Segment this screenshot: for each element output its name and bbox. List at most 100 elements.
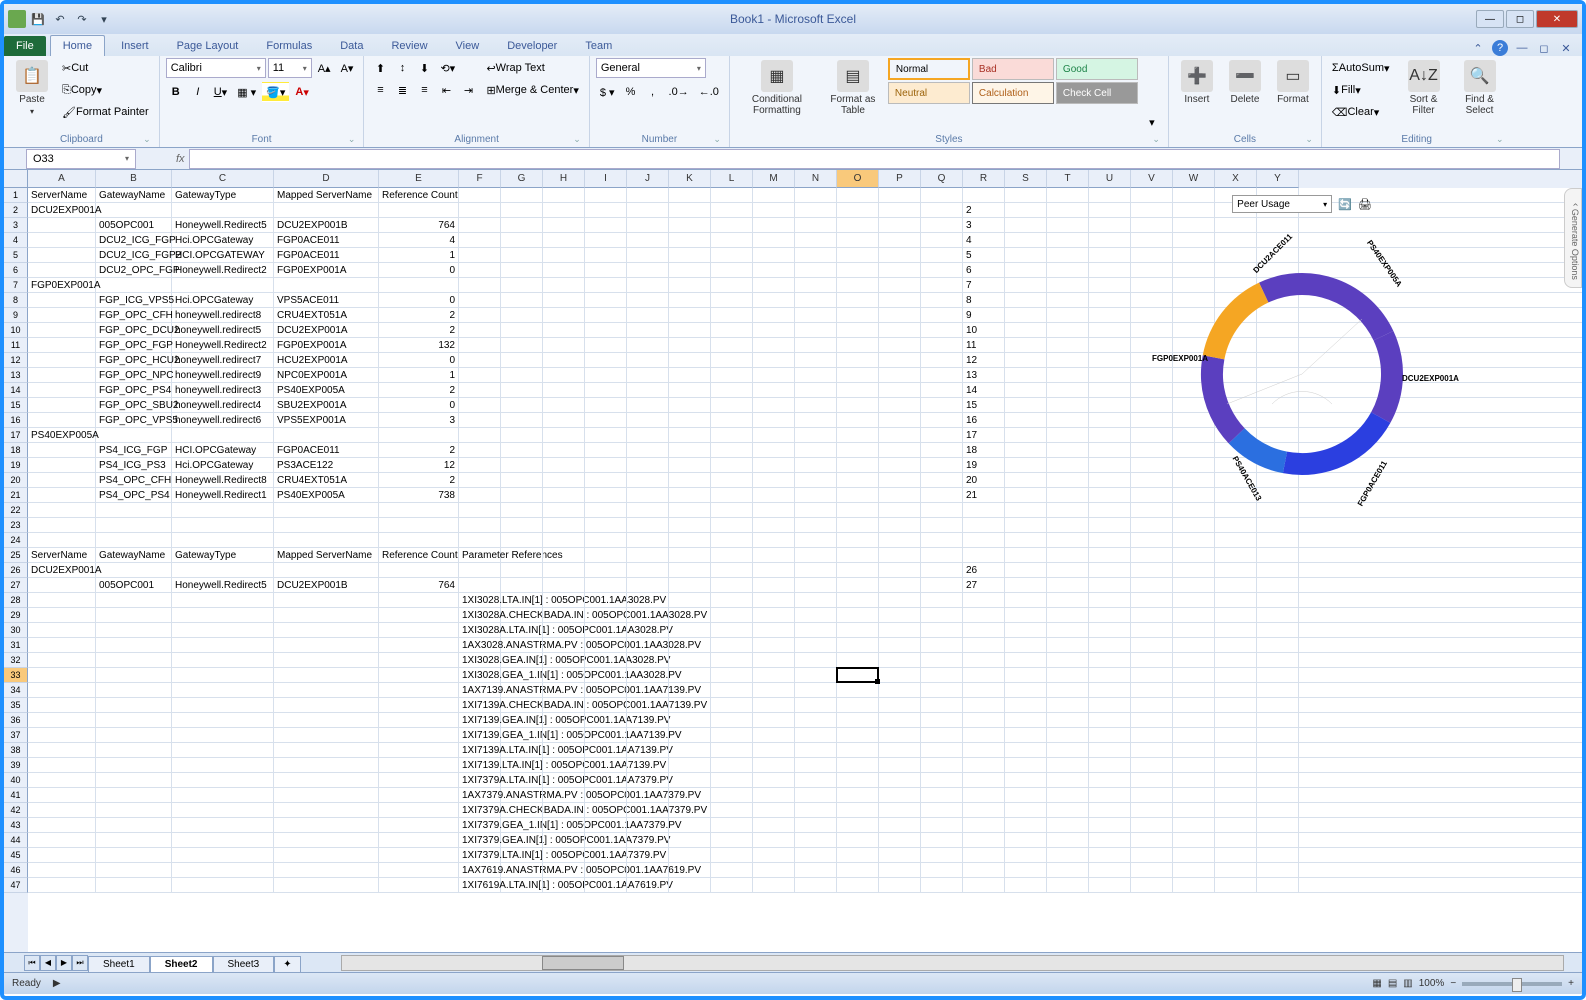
cell[interactable] xyxy=(96,758,172,772)
cell[interactable] xyxy=(96,503,172,517)
cell[interactable] xyxy=(669,428,711,442)
cell[interactable] xyxy=(172,203,274,217)
row-header[interactable]: 20 xyxy=(4,473,28,488)
cell[interactable] xyxy=(879,833,921,847)
cell[interactable]: VPS5EXP001A xyxy=(274,413,379,427)
cell[interactable] xyxy=(627,758,669,772)
cell[interactable] xyxy=(921,263,963,277)
cell[interactable] xyxy=(753,233,795,247)
cell[interactable] xyxy=(921,248,963,262)
cell[interactable] xyxy=(627,818,669,832)
cell[interactable] xyxy=(963,878,1005,892)
cell[interactable] xyxy=(501,833,543,847)
cell[interactable] xyxy=(837,728,879,742)
cell[interactable] xyxy=(543,203,585,217)
cell[interactable] xyxy=(627,728,669,742)
cells-area[interactable]: ‹ Generate Options Peer Usage 🔄 🖨 xyxy=(28,188,1582,952)
cell[interactable] xyxy=(669,758,711,772)
cell[interactable] xyxy=(543,728,585,742)
cell[interactable]: 17 xyxy=(963,428,1005,442)
cell[interactable] xyxy=(627,773,669,787)
cell[interactable] xyxy=(379,713,459,727)
cell[interactable] xyxy=(711,233,753,247)
cell[interactable] xyxy=(753,698,795,712)
cell[interactable] xyxy=(627,548,669,562)
cell[interactable] xyxy=(837,863,879,877)
cell[interactable]: PS40EXP005A xyxy=(274,383,379,397)
cell[interactable] xyxy=(837,503,879,517)
cell[interactable] xyxy=(753,713,795,727)
cell[interactable] xyxy=(963,758,1005,772)
cell[interactable] xyxy=(543,713,585,727)
cell[interactable] xyxy=(1131,608,1173,622)
cell[interactable] xyxy=(711,848,753,862)
cell[interactable] xyxy=(1089,533,1131,547)
cell[interactable] xyxy=(1047,788,1089,802)
cell[interactable] xyxy=(795,623,837,637)
row-header[interactable]: 14 xyxy=(4,383,28,398)
cell[interactable] xyxy=(711,593,753,607)
column-header-D[interactable]: D xyxy=(274,170,379,188)
cell[interactable] xyxy=(753,278,795,292)
cell[interactable] xyxy=(795,473,837,487)
cell[interactable] xyxy=(1005,263,1047,277)
cell[interactable] xyxy=(1131,653,1173,667)
cell[interactable] xyxy=(795,368,837,382)
cell[interactable] xyxy=(543,863,585,877)
cell[interactable] xyxy=(753,788,795,802)
cell[interactable] xyxy=(669,848,711,862)
cell[interactable] xyxy=(585,638,627,652)
insert-tab[interactable]: Insert xyxy=(109,36,161,56)
row-header[interactable]: 7 xyxy=(4,278,28,293)
column-header-L[interactable]: L xyxy=(711,170,753,188)
cell[interactable] xyxy=(837,263,879,277)
cell[interactable] xyxy=(1005,758,1047,772)
cell[interactable] xyxy=(459,338,501,352)
cell[interactable] xyxy=(585,368,627,382)
style-neutral[interactable]: Neutral xyxy=(888,82,970,104)
cell[interactable] xyxy=(1173,788,1215,802)
column-header-P[interactable]: P xyxy=(879,170,921,188)
cell[interactable]: 2 xyxy=(379,443,459,457)
cell[interactable] xyxy=(459,233,501,247)
cell[interactable] xyxy=(963,548,1005,562)
cell[interactable] xyxy=(627,458,669,472)
cell[interactable] xyxy=(921,788,963,802)
cell[interactable] xyxy=(1005,293,1047,307)
cell[interactable] xyxy=(172,593,274,607)
cell[interactable] xyxy=(711,863,753,877)
cell[interactable] xyxy=(1005,698,1047,712)
cell[interactable] xyxy=(837,293,879,307)
cell[interactable] xyxy=(1173,713,1215,727)
cell[interactable] xyxy=(1215,578,1257,592)
cell[interactable] xyxy=(585,263,627,277)
cell[interactable] xyxy=(921,563,963,577)
cell[interactable] xyxy=(1047,803,1089,817)
cell[interactable]: 1XI7139.GEA.IN[1] : 005OPC001.1AA7139.PV xyxy=(459,713,501,727)
cell[interactable] xyxy=(1215,713,1257,727)
cell[interactable] xyxy=(1131,668,1173,682)
cell[interactable] xyxy=(711,713,753,727)
cell[interactable] xyxy=(459,368,501,382)
cell[interactable] xyxy=(585,338,627,352)
cell[interactable] xyxy=(921,863,963,877)
cell[interactable] xyxy=(921,578,963,592)
cell[interactable] xyxy=(543,353,585,367)
cell[interactable]: 27 xyxy=(963,578,1005,592)
cut-button[interactable]: ✂ Cut xyxy=(58,58,92,78)
column-header-N[interactable]: N xyxy=(795,170,837,188)
cell[interactable] xyxy=(28,353,96,367)
cell[interactable] xyxy=(501,713,543,727)
cell[interactable] xyxy=(28,743,96,757)
cell[interactable]: CRU4EXT051A xyxy=(274,308,379,322)
cell[interactable]: honeywell.redirect7 xyxy=(172,353,274,367)
cell[interactable] xyxy=(172,713,274,727)
cell[interactable] xyxy=(172,683,274,697)
cell[interactable] xyxy=(28,758,96,772)
column-header-G[interactable]: G xyxy=(501,170,543,188)
cell[interactable] xyxy=(1173,743,1215,757)
cell[interactable] xyxy=(711,458,753,472)
cell[interactable] xyxy=(711,533,753,547)
cell[interactable] xyxy=(543,293,585,307)
cell[interactable] xyxy=(543,188,585,202)
